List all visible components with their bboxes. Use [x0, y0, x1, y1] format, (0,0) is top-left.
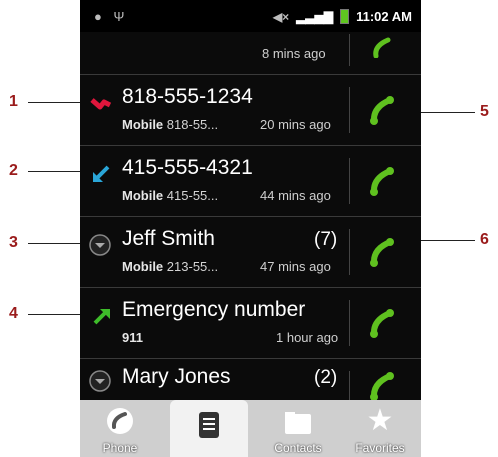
number-type: Mobile [122, 259, 164, 274]
call-log-icon [199, 412, 219, 438]
tab-label: Phone [102, 441, 138, 455]
tab-label: Contacts [274, 441, 322, 455]
star-icon: ★ [366, 404, 394, 437]
call-log-row[interactable]: Emergency number 911 1 hour ago [80, 288, 421, 359]
callout-1: 1 [9, 93, 18, 110]
call-log-row[interactable]: 415-555-4321 Mobile 415-55... 44 mins ag… [80, 146, 421, 217]
caller-name: Jeff Smith [122, 227, 215, 250]
caller-number: 818-555-1234 [122, 85, 253, 108]
missed-call-icon [90, 98, 112, 110]
tab-call-log[interactable] [170, 400, 248, 457]
number-type: Mobile [122, 188, 164, 203]
callout-line-5 [415, 112, 475, 113]
expand-group-icon[interactable] [88, 233, 112, 257]
battery-icon [340, 9, 350, 24]
caller-number: 415-555-4321 [122, 156, 253, 179]
call-log-row-partial[interactable]: 8 mins ago [80, 32, 421, 75]
callout-2: 2 [9, 162, 18, 179]
tab-bar: Phone Contacts ★ Favorites [80, 400, 421, 457]
caller-name: Emergency number [122, 298, 306, 321]
call-button-icon[interactable] [366, 93, 400, 127]
status-time: 11:02 AM [356, 9, 412, 24]
phone-screen: ● Ψ ◀× ▂▃▅▇ 11:02 AM 8 mins ago 818-555-… [80, 0, 421, 457]
callout-line-6 [420, 240, 475, 241]
call-time: 20 mins ago [260, 117, 331, 132]
status-bar: ● Ψ ◀× ▂▃▅▇ 11:02 AM [80, 0, 421, 32]
call-log-row[interactable]: 818-555-1234 Mobile 818-55... 20 mins ag… [80, 75, 421, 146]
contacts-icon [285, 412, 311, 434]
callout-5: 5 [480, 103, 489, 120]
call-log-row[interactable]: Jeff Smith (7) Mobile 213-55... 47 mins … [80, 217, 421, 288]
mute-icon: ◀× [272, 9, 290, 24]
callout-3: 3 [9, 234, 18, 251]
number-type: Mobile [122, 117, 164, 132]
number-preview: 818-55... [166, 117, 219, 132]
number-type: 911 [122, 330, 143, 345]
number-preview: 213-55... [166, 259, 219, 274]
tab-contacts[interactable]: Contacts [258, 400, 338, 457]
callout-4: 4 [9, 305, 18, 322]
call-time: 47 mins ago [260, 259, 331, 274]
expand-group-icon[interactable] [88, 369, 112, 393]
call-button-icon[interactable] [370, 36, 396, 58]
call-count: (2) [314, 367, 338, 388]
callout-6: 6 [480, 231, 489, 248]
tab-label: Favorites [355, 441, 405, 455]
number-preview: 415-55... [166, 188, 219, 203]
call-time: 8 mins ago [262, 46, 326, 61]
caller-name: Mary Jones [122, 365, 231, 388]
outgoing-call-icon [93, 309, 110, 325]
call-time: 1 hour ago [276, 330, 339, 345]
call-button-icon[interactable] [366, 164, 400, 198]
incoming-call-icon [93, 165, 110, 182]
tab-favorites[interactable]: ★ Favorites [340, 400, 420, 457]
call-button-icon[interactable] [366, 369, 400, 403]
call-button-icon[interactable] [366, 235, 400, 269]
android-debug-icon: ● [94, 9, 102, 24]
call-count: (7) [314, 229, 338, 250]
signal-icon: ▂▃▅▇ [296, 9, 334, 24]
call-button-icon[interactable] [366, 306, 400, 340]
tab-phone[interactable]: Phone [80, 400, 160, 457]
phone-icon [107, 408, 133, 434]
call-time: 44 mins ago [260, 188, 331, 203]
usb-icon: Ψ [113, 9, 125, 24]
